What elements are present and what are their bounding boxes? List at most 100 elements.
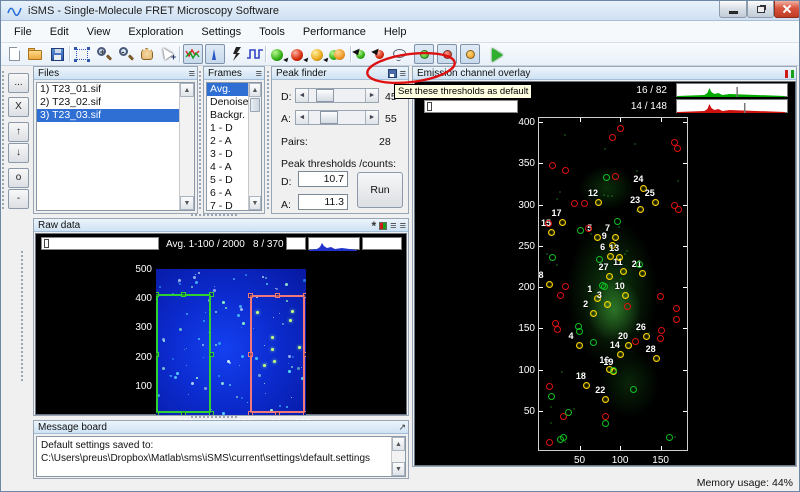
list-item[interactable]: 1) T23_01.sif bbox=[37, 83, 179, 96]
frames-menu-icon[interactable]: ≡ bbox=[256, 68, 262, 79]
side-button-1[interactable]: X bbox=[8, 97, 29, 117]
roi-handle[interactable] bbox=[156, 292, 159, 298]
open-file-icon[interactable] bbox=[27, 46, 44, 63]
lasso-icon[interactable] bbox=[392, 46, 409, 63]
raw-microscopy-image[interactable] bbox=[156, 269, 306, 415]
message-board-body[interactable]: Default settings saved to: C:\Users\preu… bbox=[36, 436, 406, 477]
side-button-2[interactable]: ↑ bbox=[8, 122, 29, 142]
list-item[interactable]: 6 - A bbox=[207, 187, 248, 200]
scroll-up-icon[interactable]: ▲ bbox=[249, 83, 261, 97]
show-pairs-toggle[interactable] bbox=[460, 44, 480, 64]
raw-frame-slider[interactable] bbox=[41, 237, 159, 250]
donor-roi[interactable] bbox=[156, 292, 214, 415]
yellow-molecule-icon[interactable]: ◂ bbox=[309, 46, 327, 64]
splitter[interactable] bbox=[191, 214, 237, 217]
save-icon[interactable] bbox=[49, 46, 66, 63]
list-item[interactable]: 2) T23_02.sif bbox=[37, 96, 179, 109]
files-list[interactable]: 1) T23_01.sif 2) T23_02.sif 3) T23_03.sif … bbox=[36, 82, 195, 211]
show-green-toggle[interactable] bbox=[414, 44, 434, 64]
list-item[interactable]: 3) T23_03.sif bbox=[37, 109, 179, 122]
run-all-icon[interactable] bbox=[488, 46, 505, 63]
menu-exploration[interactable]: Exploration bbox=[119, 23, 192, 41]
show-red-toggle[interactable] bbox=[437, 44, 457, 64]
raw-histogram[interactable] bbox=[308, 237, 360, 251]
list-item[interactable]: 4 - A bbox=[207, 161, 248, 174]
menu-edit[interactable]: Edit bbox=[41, 23, 78, 41]
splitter[interactable] bbox=[267, 71, 270, 209]
settings-gear-icon[interactable]: * bbox=[371, 220, 376, 232]
roi-handle[interactable] bbox=[208, 411, 214, 415]
d-threshold-input[interactable] bbox=[298, 171, 348, 187]
histogram-toggle-button[interactable] bbox=[205, 44, 225, 64]
files-menu-icon[interactable]: ≡ bbox=[189, 68, 195, 79]
slider-right-icon[interactable]: ► bbox=[365, 89, 378, 102]
list-item[interactable]: 3 - D bbox=[207, 148, 248, 161]
roi-handle[interactable] bbox=[208, 292, 214, 298]
list-item[interactable]: 1 - D bbox=[207, 122, 248, 135]
data-cursor-icon[interactable]: + bbox=[158, 45, 176, 63]
traces-toggle-button[interactable] bbox=[183, 44, 203, 64]
message-scrollbar[interactable]: ▲ ▼ bbox=[391, 437, 405, 476]
roi-handle[interactable] bbox=[302, 292, 306, 298]
scroll-down-icon[interactable]: ▼ bbox=[249, 196, 261, 210]
restore-button[interactable] bbox=[747, 1, 774, 18]
roi-handle[interactable] bbox=[156, 411, 159, 415]
roi-handle[interactable] bbox=[275, 292, 281, 298]
title-bar[interactable]: iSMS - Single-Molecule FRET Microscopy S… bbox=[1, 1, 799, 21]
scroll-thumb[interactable] bbox=[250, 98, 260, 112]
raw-menu-icon-1[interactable]: ≡ bbox=[390, 220, 396, 231]
contrast-min-box[interactable] bbox=[286, 237, 306, 250]
scroll-down-icon[interactable]: ▼ bbox=[392, 462, 405, 476]
slider-thumb[interactable] bbox=[316, 89, 334, 102]
splitter[interactable] bbox=[21, 251, 24, 381]
a-threshold-input[interactable] bbox=[298, 194, 348, 210]
channels-icon[interactable] bbox=[379, 221, 388, 230]
frames-scrollbar[interactable]: ▲ ▼ bbox=[248, 83, 261, 210]
zoom-in-icon[interactable]: + bbox=[96, 46, 113, 63]
new-file-icon[interactable] bbox=[6, 46, 23, 63]
minimize-button[interactable] bbox=[719, 1, 747, 18]
red-back-icon[interactable]: ◀ bbox=[371, 46, 390, 63]
list-item[interactable]: 5 - D bbox=[207, 174, 248, 187]
frames-list[interactable]: Avg. Denoised Backgr. 1 - D2 - A3 - D4 - A5… bbox=[206, 82, 262, 211]
acceptor-roi[interactable] bbox=[247, 292, 306, 415]
pulse-icon[interactable] bbox=[246, 46, 263, 63]
raw-menu-icon-2[interactable]: ≡ bbox=[400, 220, 406, 231]
menu-help[interactable]: Help bbox=[375, 23, 416, 41]
splitter[interactable] bbox=[2, 71, 5, 209]
list-item[interactable]: Backgr. bbox=[207, 109, 248, 122]
peak-finder-menu-icon[interactable]: ≡ bbox=[400, 68, 406, 79]
zoom-fit-icon[interactable] bbox=[74, 46, 91, 63]
slider-left-icon[interactable]: ◄ bbox=[296, 111, 309, 124]
roi-handle[interactable] bbox=[275, 411, 281, 415]
green-back-icon[interactable]: ◀ bbox=[352, 46, 371, 63]
roi-handle[interactable] bbox=[181, 411, 187, 415]
list-item[interactable]: 7 - D bbox=[207, 200, 248, 210]
d-threshold-slider[interactable]: ◄ ► bbox=[295, 88, 379, 103]
green-histogram[interactable] bbox=[676, 83, 788, 97]
red-histogram[interactable] bbox=[676, 99, 788, 113]
raw-plot-area[interactable]: Avg. 1-100 / 2000 8 / 370 100 200 300 400 50… bbox=[35, 233, 407, 429]
run-button[interactable]: Run bbox=[357, 172, 403, 208]
roi-handle[interactable] bbox=[302, 351, 306, 357]
slider-thumb[interactable] bbox=[320, 111, 338, 124]
red-molecule-icon[interactable]: ◂ bbox=[289, 46, 307, 64]
list-item[interactable]: 2 - A bbox=[207, 135, 248, 148]
list-item[interactable]: Avg. bbox=[207, 83, 248, 96]
list-item[interactable]: Denoised bbox=[207, 96, 254, 109]
roi-handle[interactable] bbox=[247, 411, 253, 415]
channel-colors-icon[interactable] bbox=[785, 67, 794, 80]
roi-handle[interactable] bbox=[247, 292, 253, 298]
splitter[interactable] bbox=[199, 71, 202, 209]
expand-icon[interactable]: ↗ bbox=[398, 421, 406, 434]
emission-plot-area[interactable]: Avg. 1-100 / 2000 16 / 82 14 / 148 50100… bbox=[414, 81, 796, 466]
save-thresholds-icon[interactable] bbox=[387, 69, 397, 78]
a-threshold-slider[interactable]: ◄ ► bbox=[295, 110, 379, 125]
slider-left-icon[interactable]: ◄ bbox=[296, 89, 309, 102]
menu-performance[interactable]: Performance bbox=[294, 23, 375, 41]
green-molecule-icon[interactable]: ◂ bbox=[269, 46, 287, 64]
zoom-out-icon[interactable]: - bbox=[118, 46, 135, 63]
roi-handle[interactable] bbox=[156, 351, 159, 357]
close-button[interactable] bbox=[774, 1, 799, 18]
side-button-4[interactable]: o bbox=[8, 168, 29, 188]
